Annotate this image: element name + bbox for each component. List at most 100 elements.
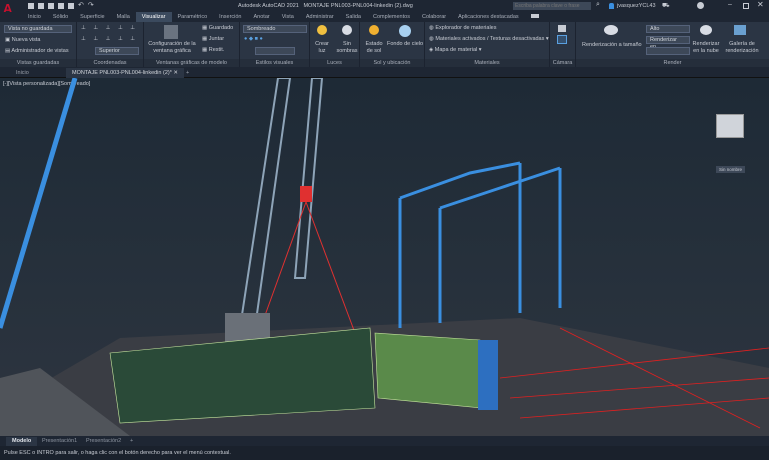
shadows-button[interactable]: Sin sombras: [335, 41, 359, 55]
tab-salida[interactable]: Salida: [340, 12, 367, 22]
minimize-button[interactable]: –: [728, 1, 732, 8]
user-icon: [609, 3, 614, 9]
layout-tabs: Modelo Presentación1 Presentación2 +: [0, 436, 769, 446]
tab-visualizar[interactable]: Visualizar: [135, 12, 172, 22]
teapot-icon[interactable]: [604, 25, 618, 35]
viewcube-ucs-dropdown[interactable]: Sin nombre: [716, 166, 746, 173]
sky-background-button[interactable]: Fondo de cielo: [387, 41, 423, 47]
viewcube[interactable]: [716, 114, 744, 138]
view-manager-button[interactable]: ▤ Administrador de vistas: [5, 48, 69, 54]
panel-label: Ventanas gráficas de modelo: [144, 59, 239, 67]
view-dropdown[interactable]: Vista no guardada: [4, 25, 72, 33]
user-name[interactable]: jvasquezYCL43: [617, 3, 656, 9]
materials-toggle-dropdown[interactable]: ◍ Materiales activados / Texturas desact…: [429, 36, 549, 42]
cloud-render-button[interactable]: Renderizar en la nube: [690, 41, 722, 55]
ucs-dropdown[interactable]: Superior: [95, 47, 139, 55]
no-shadows-icon[interactable]: [342, 25, 352, 35]
viewport-config-button[interactable]: Configuración de la ventana gráfica: [146, 41, 198, 55]
drawing-viewport[interactable]: [-][Vista personalizada][Sombreado] Sin …: [0, 78, 769, 436]
camera-view-icon[interactable]: [557, 35, 567, 44]
steel-frame: [398, 161, 562, 328]
quick-access-toolbar: ↶ ↷: [28, 2, 94, 9]
left-beam: [0, 78, 78, 329]
cart-icon[interactable]: ⛟: [662, 2, 670, 10]
viewport-config-icon[interactable]: [164, 25, 178, 39]
render-gallery-button[interactable]: Galería de renderización: [724, 41, 760, 55]
tab-complementos[interactable]: Complementos: [367, 12, 416, 22]
materials-browser-button[interactable]: ◍ Explorador de materiales: [429, 25, 496, 31]
crane-boom: [238, 78, 292, 329]
cloud-render-icon[interactable]: [700, 25, 712, 35]
tab-inicio[interactable]: Inicio: [22, 12, 47, 22]
panel-label: Coordenadas: [77, 59, 143, 67]
file-tabs: Inicio MONTAJE PNL003-PNL004-linkedin (2…: [0, 67, 769, 78]
panel-ventanas: Configuración de la ventana gráfica ▦ Gu…: [144, 22, 240, 67]
panel-vistas-guardadas: Vista no guardada ▣ Nueva vista ▤ Admini…: [0, 22, 77, 67]
create-light-button[interactable]: Crear luz: [313, 41, 331, 55]
panel-camara: Cámara: [550, 22, 576, 67]
add-layout-button[interactable]: +: [124, 437, 139, 446]
camera-icon[interactable]: [558, 25, 566, 32]
save-as-icon[interactable]: [58, 3, 64, 9]
file-tab-drawing[interactable]: MONTAJE PNL003-PNL004-linkedin (2)* ✕: [66, 68, 184, 78]
tab-vista[interactable]: Vista: [276, 12, 300, 22]
model-scene: [0, 78, 769, 436]
sun-icon[interactable]: [369, 25, 379, 35]
search-icon[interactable]: ⌕: [596, 1, 600, 9]
render-target-dropdown[interactable]: Renderizar en...: [646, 36, 690, 50]
new-tab-button[interactable]: +: [180, 68, 195, 78]
tab-aplicaciones[interactable]: Aplicaciones destacadas: [452, 12, 525, 22]
gallery-icon[interactable]: [734, 25, 746, 35]
sun-status-button[interactable]: Estado de sol: [363, 41, 385, 55]
tab-parametrico[interactable]: Paramétrico: [172, 12, 214, 22]
search-input[interactable]: [513, 2, 591, 10]
tab-malla[interactable]: Malla: [111, 12, 136, 22]
panel-render: Renderización a tamaño Alto Renderizar e…: [576, 22, 769, 67]
panel-label: Vistas guardadas: [0, 59, 76, 67]
plot-icon[interactable]: [68, 3, 74, 9]
ucs-icons-row2[interactable]: ⊥ ⊥ ⊥ ⊥ ⊥: [81, 36, 138, 42]
tab-solido[interactable]: Sólido: [47, 12, 74, 22]
panel-label: Cámara: [550, 59, 575, 67]
tab-insercion[interactable]: Inserción: [213, 12, 247, 22]
file-tab-inicio[interactable]: Inicio: [10, 68, 35, 78]
visual-style-dropdown[interactable]: Sombreado: [243, 25, 307, 33]
ucs-icons[interactable]: ⊥ ⊥ ⊥ ⊥ ⊥: [81, 25, 138, 31]
tab-superficie[interactable]: Superficie: [74, 12, 110, 22]
panel-coordenadas: ⊥ ⊥ ⊥ ⊥ ⊥ ⊥ ⊥ ⊥ ⊥ ⊥ Superior Coordenadas: [77, 22, 144, 67]
maximize-button[interactable]: [743, 3, 749, 9]
ribbon: Vista no guardada ▣ Nueva vista ▤ Admini…: [0, 22, 769, 67]
restore-button[interactable]: ▦ Restit.: [202, 47, 224, 53]
panel-estilos: Sombreado ● ◆ ■ ● Estilos visuales: [240, 22, 310, 67]
redo-icon[interactable]: ↷: [88, 2, 94, 9]
new-icon[interactable]: [28, 3, 34, 9]
render-quality-dropdown[interactable]: Alto: [646, 25, 690, 33]
tab-anotar[interactable]: Anotar: [248, 12, 276, 22]
sky-icon[interactable]: [399, 25, 411, 37]
ribbon-tabs: Inicio Sólido Superficie Malla Visualiza…: [0, 12, 769, 22]
undo-icon[interactable]: ↶: [78, 2, 84, 9]
join-button[interactable]: ▦ Juntar: [202, 36, 224, 42]
help-icon[interactable]: [697, 2, 704, 9]
new-view-button[interactable]: ▣ Nueva vista: [5, 37, 40, 43]
style-input[interactable]: [255, 47, 295, 55]
close-button[interactable]: ✕: [757, 0, 764, 9]
render-to-size-button[interactable]: Renderización a tamaño: [582, 42, 642, 48]
save-icon[interactable]: [48, 3, 54, 9]
app-title: Autodesk AutoCAD 2021: [238, 3, 299, 9]
ribbon-options-button[interactable]: [525, 12, 545, 22]
command-line[interactable]: Pulse ESC o INTRO para salir, o haga cli…: [0, 446, 769, 460]
panel-label: Render: [576, 59, 769, 67]
create-light-icon[interactable]: [317, 25, 327, 35]
render-output-input[interactable]: [646, 47, 690, 55]
saved-viewport-button[interactable]: ▦ Guardado: [202, 25, 233, 31]
panel-materiales: ◍ Explorador de materiales ◍ Materiales …: [425, 22, 550, 67]
open-icon[interactable]: [38, 3, 44, 9]
style-icons[interactable]: ● ◆ ■ ●: [244, 36, 263, 42]
layout-tab-model[interactable]: Modelo: [6, 437, 38, 446]
layout-tab-2[interactable]: Presentación2: [80, 437, 127, 446]
material-map-dropdown[interactable]: ◈ Mapa de material ▾: [429, 47, 482, 53]
layout-tab-1[interactable]: Presentación1: [36, 437, 83, 446]
tab-colaborar[interactable]: Colaborar: [416, 12, 452, 22]
tab-administrar[interactable]: Administrar: [300, 12, 340, 22]
